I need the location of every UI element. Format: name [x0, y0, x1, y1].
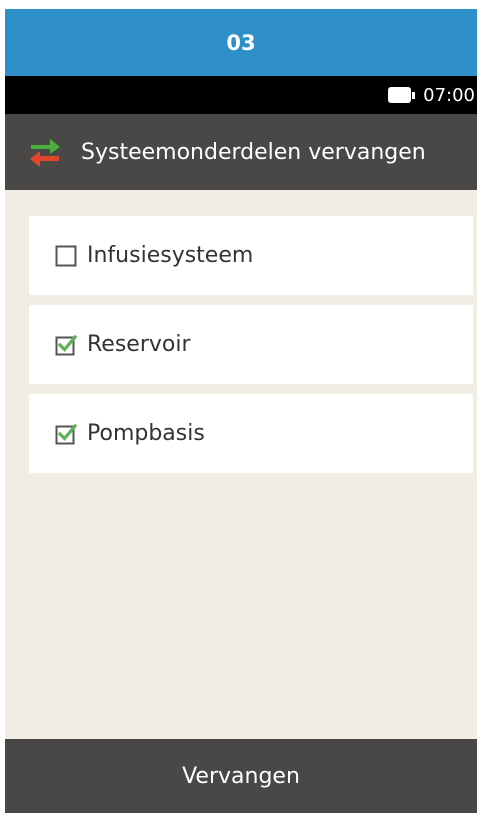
status-bar: 07:00 [5, 76, 477, 114]
screen-header: Systeemonderdelen vervangen [5, 114, 477, 190]
list-item-infusiesysteem[interactable]: Infusiesysteem [29, 216, 473, 295]
checkbox-checked-icon[interactable] [55, 334, 78, 356]
pump-screen: 03 07:00 Systeemonderdelen vervangen Inf… [5, 9, 477, 813]
page-title: Systeemonderdelen vervangen [81, 139, 426, 165]
item-label: Pompbasis [87, 421, 205, 446]
step-indicator: 03 [5, 9, 477, 76]
checkbox-unchecked-icon[interactable] [55, 245, 77, 267]
battery-icon [388, 87, 416, 103]
replace-button[interactable]: Vervangen [5, 739, 477, 813]
replace-button-label: Vervangen [182, 763, 300, 789]
item-label: Infusiesysteem [87, 243, 254, 268]
swap-arrows-icon [29, 136, 61, 168]
list-item-pompbasis[interactable]: Pompbasis [29, 394, 473, 473]
item-label: Reservoir [87, 332, 191, 357]
clock: 07:00 [423, 84, 475, 106]
component-list: Infusiesysteem Reservoir Pompbasis [5, 190, 477, 739]
list-item-reservoir[interactable]: Reservoir [29, 305, 473, 384]
checkbox-checked-icon[interactable] [55, 423, 78, 445]
step-number: 03 [226, 30, 256, 55]
